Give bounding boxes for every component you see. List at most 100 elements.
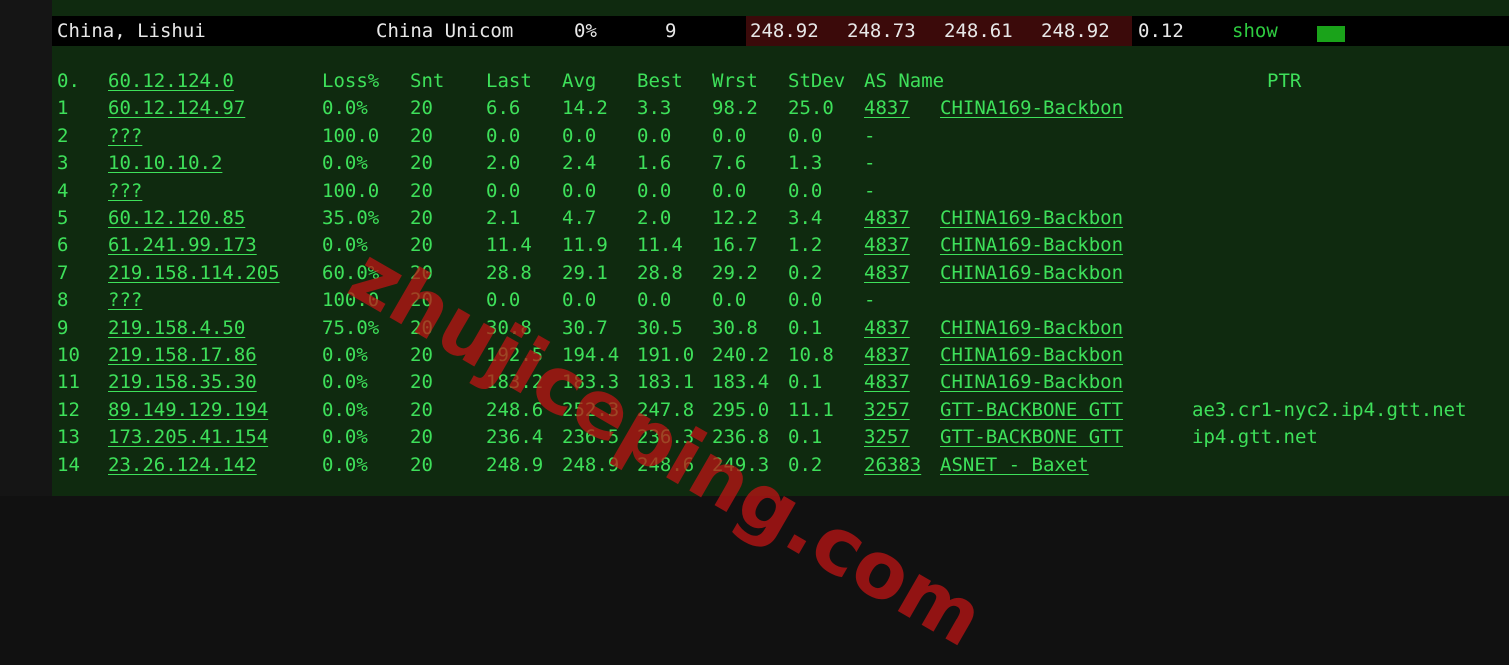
header-last: Last — [486, 70, 532, 92]
hop-avg: 2.4 — [562, 152, 597, 175]
hop-host[interactable]: 61.241.99.173 — [108, 234, 257, 256]
hop-stdev: 1.2 — [788, 234, 823, 257]
top-strip — [52, 0, 1509, 14]
hop-as-name[interactable]: GTT-BACKBONE GTT — [940, 399, 1123, 421]
hop-wrst: 0.0 — [712, 179, 747, 202]
hop-as-name[interactable]: GTT-BACKBONE GTT — [940, 426, 1123, 448]
hop-as[interactable]: 4837 CHINA169-Backbon — [864, 234, 1123, 256]
hop-best: 0.0 — [637, 124, 672, 147]
hop-host[interactable]: 219.158.17.86 — [108, 344, 257, 366]
hop-as-number[interactable]: 3257 — [864, 399, 910, 421]
hop-as-number[interactable]: 4837 — [864, 371, 910, 393]
hop-host[interactable]: ??? — [108, 180, 142, 202]
hop-avg: 183.3 — [562, 371, 620, 394]
hop-best: 247.8 — [637, 398, 695, 421]
mtr-header-row: 0. 60.12.124.0 Loss% Snt Last Avg Best W… — [57, 70, 1301, 97]
hop-last: 0.0 — [486, 124, 521, 147]
hop-host[interactable]: 173.205.41.154 — [108, 426, 268, 448]
hop-as-name[interactable]: CHINA169-Backbon — [940, 344, 1123, 366]
hop-host[interactable]: 219.158.4.50 — [108, 317, 245, 339]
hop-as[interactable]: 4837 CHINA169-Backbon — [864, 262, 1123, 284]
hop-wrst: 236.8 — [712, 426, 770, 449]
hop-as-number[interactable]: 4837 — [864, 262, 910, 284]
hop-last: 0.0 — [486, 289, 521, 312]
hop-best: 183.1 — [637, 371, 695, 394]
hop-hop: 1 — [57, 97, 69, 120]
hop-ptr: ip4.gtt.net — [1192, 426, 1318, 449]
hop-as-number: - — [864, 124, 876, 147]
hop-best: 28.8 — [637, 261, 683, 284]
summary-location: China, Lishui — [57, 20, 206, 42]
hop-avg: 0.0 — [562, 124, 597, 147]
hop-host[interactable]: ??? — [108, 125, 142, 147]
status-indicator — [1317, 26, 1345, 42]
header-host[interactable]: 60.12.124.0 — [108, 70, 234, 92]
header-best: Best — [637, 70, 683, 92]
hop-loss: 60.0% — [322, 261, 380, 284]
hop-best: 2.0 — [637, 207, 672, 229]
hop-wrst: 240.2 — [712, 344, 770, 366]
hop-host[interactable]: ??? — [108, 289, 142, 311]
hop-as: - — [864, 152, 875, 174]
hop-as-name[interactable]: CHINA169-Backbon — [940, 207, 1123, 229]
show-link[interactable]: show — [1232, 20, 1278, 42]
header-asname: AS Name — [864, 70, 945, 92]
summary-worst: 248.92 — [1041, 20, 1110, 42]
hop-as-name[interactable]: CHINA169-Backbon — [940, 262, 1123, 284]
hop-host[interactable]: 89.149.129.194 — [108, 399, 268, 421]
hop-as-number[interactable]: 4837 — [864, 234, 910, 256]
summary-avg: 248.73 — [847, 20, 916, 42]
hop-as[interactable]: 4837 CHINA169-Backbon — [864, 371, 1123, 393]
hop-as-number[interactable]: 4837 — [864, 344, 910, 366]
hop-as-number[interactable]: 3257 — [864, 426, 910, 448]
hop-hop: 12 — [57, 398, 80, 421]
summary-loss: 0% — [574, 20, 597, 42]
hop-last: 6.6 — [486, 97, 521, 120]
hop-wrst: 29.2 — [712, 261, 758, 284]
hop-as-number: - — [864, 152, 876, 175]
hop-host[interactable]: 10.10.10.2 — [108, 152, 222, 174]
hop-best: 11.4 — [637, 234, 683, 257]
hop-as-name[interactable]: ASNET - Baxet — [940, 454, 1089, 476]
hop-snt: 20 — [410, 152, 433, 175]
hop-last: 11.4 — [486, 234, 532, 257]
hop-host[interactable]: 219.158.114.205 — [108, 262, 280, 284]
hop-host[interactable]: 60.12.124.97 — [108, 97, 245, 119]
hop-host[interactable]: 219.158.35.30 — [108, 371, 257, 393]
hop-snt: 20 — [410, 453, 433, 476]
summary-sent: 9 — [665, 20, 677, 42]
hop-as-number[interactable]: 4837 — [864, 317, 910, 339]
hop-avg: 30.7 — [562, 316, 608, 339]
hop-host[interactable]: 60.12.120.85 — [108, 207, 245, 229]
hop-wrst: 7.6 — [712, 152, 747, 175]
hop-stdev: 0.1 — [788, 371, 823, 394]
hop-stdev: 25.0 — [788, 97, 834, 120]
hop-as[interactable]: 3257 GTT-BACKBONE GTT — [864, 426, 1123, 448]
hop-avg: 14.2 — [562, 97, 608, 120]
hop-as-name[interactable]: CHINA169-Backbon — [940, 371, 1123, 393]
hop-as-number[interactable]: 26383 — [864, 454, 921, 476]
hop-as[interactable]: 4837 CHINA169-Backbon — [864, 344, 1123, 366]
hop-as[interactable]: 4837 CHINA169-Backbon — [864, 97, 1123, 119]
hop-as-name[interactable]: CHINA169-Backbon — [940, 97, 1123, 119]
hop-host[interactable]: 23.26.124.142 — [108, 454, 257, 476]
hop-stdev: 11.1 — [788, 398, 834, 421]
hop-stdev: 0.1 — [788, 316, 823, 339]
hop-snt: 20 — [410, 344, 433, 366]
hop-as[interactable]: 26383 ASNET - Baxet — [864, 454, 1089, 476]
hop-as-number[interactable]: 4837 — [864, 207, 910, 229]
hop-as[interactable]: 4837 CHINA169-Backbon — [864, 317, 1123, 339]
hop-as-name[interactable]: CHINA169-Backbon — [940, 317, 1123, 339]
hop-hop: 14 — [57, 453, 80, 476]
hop-loss: 0.0% — [322, 344, 368, 366]
summary-row: China, Lishui China Unicom 0% 9 248.92 2… — [52, 16, 1509, 46]
hop-snt: 20 — [410, 179, 433, 202]
summary-provider: China Unicom — [376, 20, 514, 42]
hop-wrst: 30.8 — [712, 316, 758, 339]
hop-as[interactable]: 3257 GTT-BACKBONE GTT — [864, 399, 1123, 421]
hop-as-name[interactable]: CHINA169-Backbon — [940, 234, 1123, 256]
hop-as-number[interactable]: 4837 — [864, 97, 910, 119]
hop-best: 191.0 — [637, 344, 695, 366]
hop-as[interactable]: 4837 CHINA169-Backbon — [864, 207, 1123, 229]
hop-hop: 9 — [57, 316, 69, 339]
